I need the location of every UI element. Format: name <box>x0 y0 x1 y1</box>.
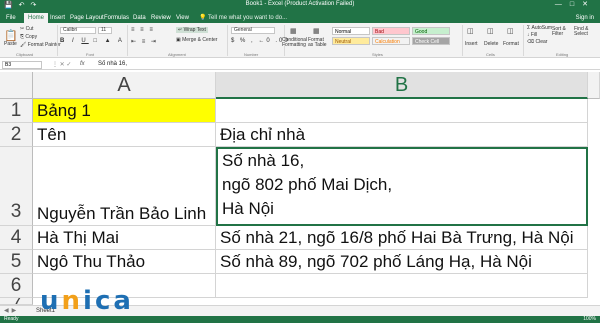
window-title: Book1 - Excel (Product Activation Failed… <box>245 1 355 7</box>
unica-logo: unica <box>40 286 134 316</box>
group-label-clipboard: Clipboard <box>16 52 34 57</box>
style-check-cell[interactable]: Check Cell <box>412 37 450 45</box>
conditional-formatting-icon[interactable]: ▦ <box>290 27 297 35</box>
align-buttons[interactable]: ≡ ≡ ≡ <box>131 27 155 33</box>
row-header-7[interactable]: 7 <box>0 298 33 305</box>
cell-a5[interactable]: Ngô Thu Thảo <box>33 250 216 274</box>
tell-me-search[interactable]: 💡 Tell me what you want to do... <box>199 13 287 23</box>
format-as-table-button[interactable]: Format as Table <box>308 38 330 48</box>
tab-formulas[interactable]: Formulas <box>104 13 129 23</box>
conditional-formatting-button[interactable]: Conditional Formatting <box>282 38 307 48</box>
window-controls[interactable]: —□✕ <box>555 0 596 8</box>
style-bad[interactable]: Bad <box>372 27 410 35</box>
tab-review[interactable]: Review <box>151 13 171 23</box>
row-header-2[interactable]: 2 <box>0 123 33 147</box>
number-format-buttons[interactable]: $ % , ←0 .00 <box>231 38 290 44</box>
tab-home[interactable]: Home <box>24 13 49 23</box>
row-header-6[interactable]: 6 <box>0 274 33 298</box>
column-header-b[interactable]: B <box>216 72 588 99</box>
cell-b3-line: Hà Nội <box>222 199 274 218</box>
cell-b3-line: ngõ 802 phố Mai Dịch, <box>222 175 393 194</box>
format-as-table-icon[interactable]: ▦ <box>313 27 320 35</box>
ribbon-separator <box>127 25 128 56</box>
group-label-font: Font <box>86 52 95 57</box>
group-label-alignment: Alignment <box>168 52 186 57</box>
row-header-4[interactable]: 4 <box>0 226 33 250</box>
formula-input[interactable]: Số nhà 16, <box>98 61 127 67</box>
fill-button[interactable]: ↓ Fill <box>527 32 537 38</box>
row-header-1[interactable]: 1 <box>0 99 33 123</box>
copy-button[interactable]: ⎘ Copy <box>20 34 37 40</box>
worksheet-grid: A B 1 Bảng 1 2 Tên Địa chỉ nhà 3 Nguyễn … <box>0 72 600 305</box>
ribbon-tabs: File Home Insert Page Layout Formulas Da… <box>0 11 600 23</box>
sign-in-link[interactable]: Sign in <box>576 13 594 23</box>
tell-me-text: Tell me what you want to do... <box>208 15 288 21</box>
name-box[interactable]: B3 <box>2 61 42 69</box>
ribbon-separator <box>523 25 524 56</box>
column-header-a[interactable]: A <box>33 72 216 99</box>
row-header-3[interactable]: 3 <box>0 147 33 226</box>
cell-b1[interactable] <box>216 99 588 123</box>
cell-a3[interactable]: Nguyễn Trần Bảo Linh <box>33 147 216 226</box>
ribbon-separator <box>227 25 228 56</box>
number-format-select[interactable]: General <box>231 27 275 34</box>
style-neutral[interactable]: Neutral <box>332 37 370 45</box>
tab-data[interactable]: Data <box>133 13 146 23</box>
tab-page-layout[interactable]: Page Layout <box>70 13 104 23</box>
sort-filter-button[interactable]: Sort & Filter <box>552 27 572 37</box>
paste-button[interactable]: Paste <box>4 41 17 47</box>
cell-a1[interactable]: Bảng 1 <box>33 99 216 123</box>
select-all-corner[interactable] <box>0 72 33 99</box>
cell-b3[interactable]: Số nhà 16, ngõ 802 phố Mai Dịch, Hà Nội <box>216 147 588 226</box>
fx-icon[interactable]: fx <box>80 61 85 67</box>
status-bar: Ready 100% <box>0 316 600 323</box>
cell-b4[interactable]: Số nhà 21, ngõ 16/8 phố Hai Bà Trưng, Hà… <box>216 226 588 250</box>
group-label-editing: Editing <box>556 52 569 57</box>
font-format-buttons[interactable]: B I U □ ▲ A <box>60 38 125 44</box>
sheet-nav-arrows[interactable]: ◀▶ <box>4 307 19 314</box>
font-size-select[interactable]: 11 <box>98 27 112 34</box>
align-horizontal-buttons[interactable]: ⇤ ≡ ⇥ <box>131 38 158 45</box>
style-normal[interactable]: Normal <box>332 27 370 35</box>
column-header-c[interactable] <box>588 72 600 99</box>
insert-cells-icon[interactable]: ◫ <box>467 27 474 35</box>
status-ready: Ready <box>4 316 19 322</box>
tab-view[interactable]: View <box>176 13 189 23</box>
cut-button[interactable]: ✂ Cut <box>20 26 33 32</box>
tab-insert[interactable]: Insert <box>50 13 65 23</box>
ribbon-home: 📋 Paste ✂ Cut ⎘ Copy 🖌 Format Painter Cl… <box>0 23 600 58</box>
delete-cells-icon[interactable]: ◫ <box>487 27 494 35</box>
title-bar: 💾 ↶ ↷ Book1 - Excel (Product Activation … <box>0 0 600 11</box>
cell-b6[interactable] <box>216 274 588 298</box>
format-cells-icon[interactable]: ◫ <box>507 27 514 35</box>
style-good[interactable]: Good <box>412 27 450 35</box>
autosum-button[interactable]: Σ AutoSum <box>527 25 552 31</box>
insert-cells-button[interactable]: Insert <box>465 41 478 47</box>
row-header-5[interactable]: 5 <box>0 250 33 274</box>
group-label-styles: Styles <box>372 52 383 57</box>
cell-b5[interactable]: Số nhà 89, ngõ 702 phố Láng Hạ, Hà Nội <box>216 250 588 274</box>
font-name-select[interactable]: Calibri <box>60 27 96 34</box>
format-painter-button[interactable]: 🖌 Format Painter <box>20 42 61 48</box>
ribbon-separator <box>462 25 463 56</box>
formula-buttons[interactable]: ⋮ ✕ ✓ <box>52 61 71 68</box>
merge-center-button[interactable]: ▣ Merge & Center <box>176 37 217 43</box>
cell-b2[interactable]: Địa chỉ nhà <box>216 123 588 147</box>
cell-a2[interactable]: Tên <box>33 123 216 147</box>
wrap-text-button[interactable]: ↵ Wrap Text <box>176 27 208 33</box>
formula-bar: B3 ⋮ ✕ ✓ fx Số nhà 16, <box>0 59 600 70</box>
find-select-button[interactable]: Find & Select <box>574 27 596 37</box>
style-calculation[interactable]: Calculation <box>372 37 410 45</box>
delete-cells-button[interactable]: Delete <box>484 41 498 47</box>
cell-b3-line: Số nhà 16, <box>222 151 305 170</box>
zoom-level[interactable]: 100% <box>583 316 596 323</box>
format-cells-button[interactable]: Format <box>503 41 519 47</box>
cell-a4[interactable]: Hà Thị Mai <box>33 226 216 250</box>
group-label-cells: Cells <box>486 52 495 57</box>
clear-button[interactable]: ⌫ Clear <box>527 39 547 45</box>
ribbon-separator <box>57 25 58 56</box>
tab-file[interactable]: File <box>6 13 16 23</box>
group-label-number: Number <box>244 52 259 57</box>
